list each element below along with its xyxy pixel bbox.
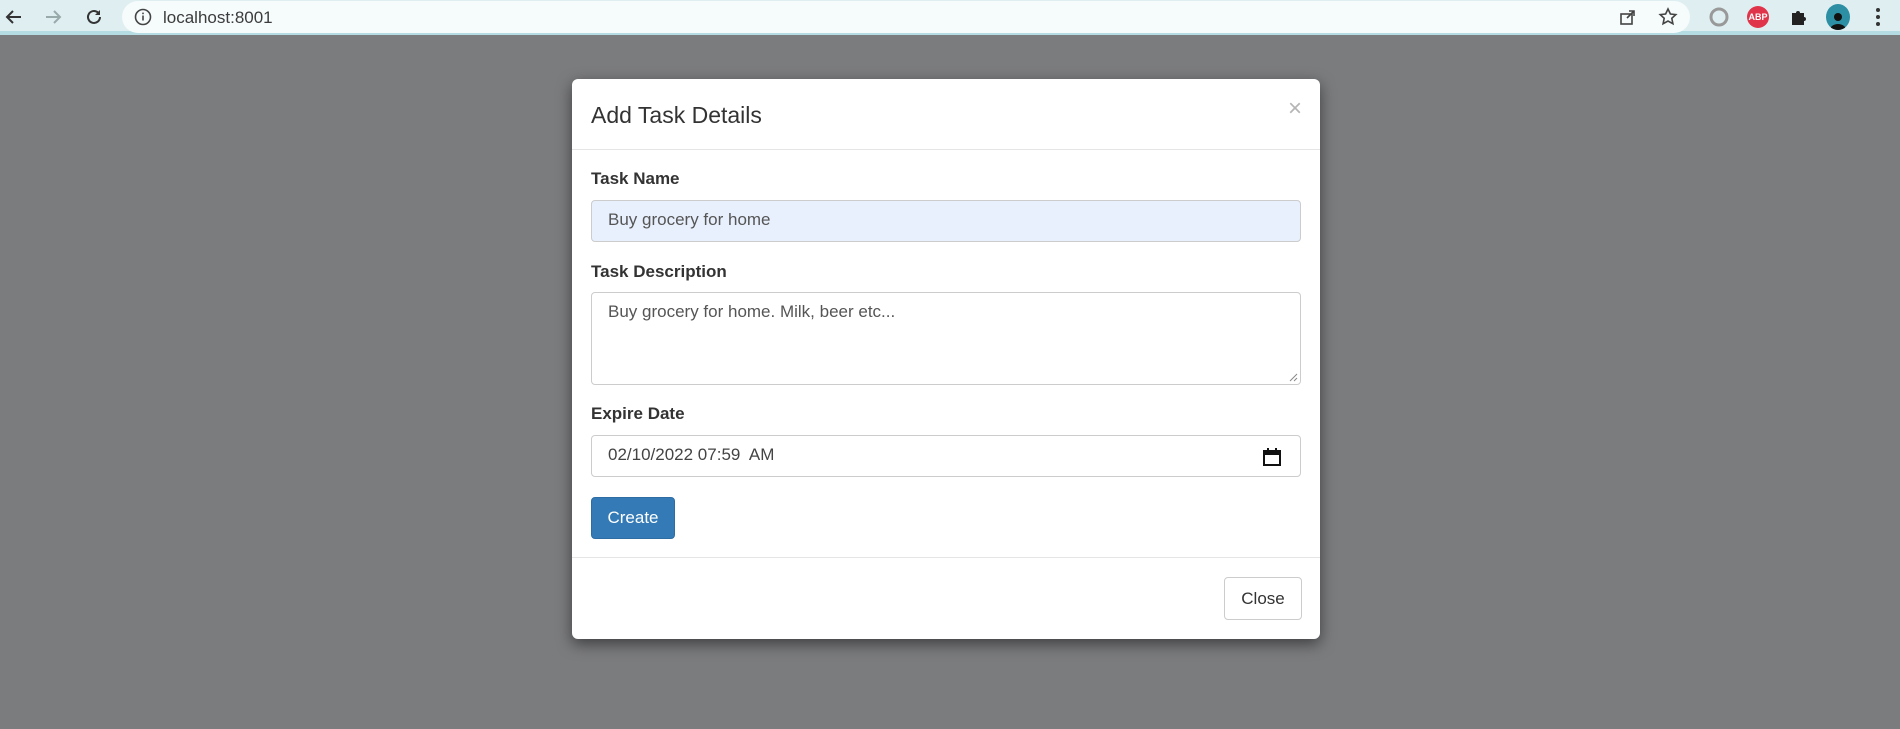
task-description-textarea[interactable]: Buy grocery for home. Milk, beer etc... bbox=[591, 292, 1301, 385]
address-bar[interactable]: localhost:8001 bbox=[122, 1, 1690, 33]
info-icon[interactable] bbox=[134, 8, 152, 26]
task-description-value: Buy grocery for home. Milk, beer etc... bbox=[608, 302, 896, 321]
add-task-modal: Add Task Details × Task Name Buy grocery… bbox=[572, 79, 1320, 639]
puzzle-icon[interactable] bbox=[1786, 5, 1810, 29]
task-description-label: Task Description bbox=[591, 262, 727, 281]
task-name-label: Task Name bbox=[591, 169, 680, 188]
close-button[interactable]: Close bbox=[1224, 577, 1302, 620]
close-x-icon[interactable]: × bbox=[1288, 97, 1302, 121]
modal-header: Add Task Details × bbox=[572, 79, 1320, 150]
task-name-input[interactable]: Buy grocery for home bbox=[591, 200, 1301, 242]
reload-button[interactable] bbox=[82, 5, 106, 29]
task-name-value: Buy grocery for home bbox=[608, 210, 771, 229]
adblock-icon: ABP bbox=[1747, 6, 1769, 28]
expire-date-input[interactable]: 02/10/2022 07:59 AM bbox=[591, 435, 1301, 477]
avatar bbox=[1826, 4, 1850, 30]
profile-button[interactable] bbox=[1826, 4, 1850, 30]
modal-footer: Close bbox=[572, 557, 1320, 639]
browser-toolbar: localhost:8001 ABP bbox=[0, 0, 1900, 35]
expire-date-label: Expire Date bbox=[591, 404, 685, 423]
adblock-extension[interactable]: ABP bbox=[1746, 5, 1770, 29]
bookmark-star-icon[interactable] bbox=[1658, 7, 1678, 27]
expire-date-value: 02/10/2022 07:59 AM bbox=[608, 445, 775, 464]
modal-title: Add Task Details bbox=[591, 102, 762, 128]
url-text[interactable]: localhost:8001 bbox=[163, 8, 273, 28]
forward-arrow-icon bbox=[46, 10, 62, 24]
calendar-icon[interactable] bbox=[1262, 447, 1282, 467]
reload-icon bbox=[87, 9, 101, 24]
menu-kebab-icon[interactable] bbox=[1866, 5, 1890, 29]
resize-grip-icon[interactable] bbox=[1288, 372, 1298, 382]
create-button[interactable]: Create bbox=[591, 497, 675, 539]
back-arrow-icon bbox=[5, 10, 21, 24]
back-button[interactable] bbox=[2, 5, 26, 29]
extension-ring-icon[interactable] bbox=[1707, 5, 1731, 29]
share-icon[interactable] bbox=[1618, 7, 1638, 27]
forward-button[interactable] bbox=[41, 5, 65, 29]
